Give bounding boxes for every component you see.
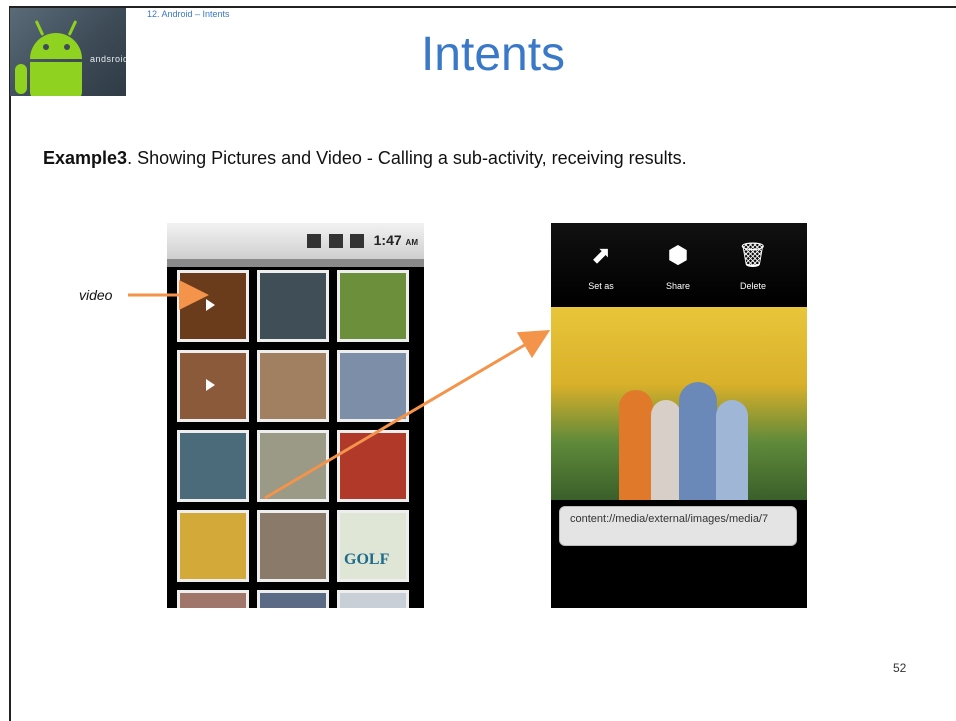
page-number: 52 [893,661,907,675]
annotation-arrows [128,280,551,500]
photo-arrow [264,329,551,500]
